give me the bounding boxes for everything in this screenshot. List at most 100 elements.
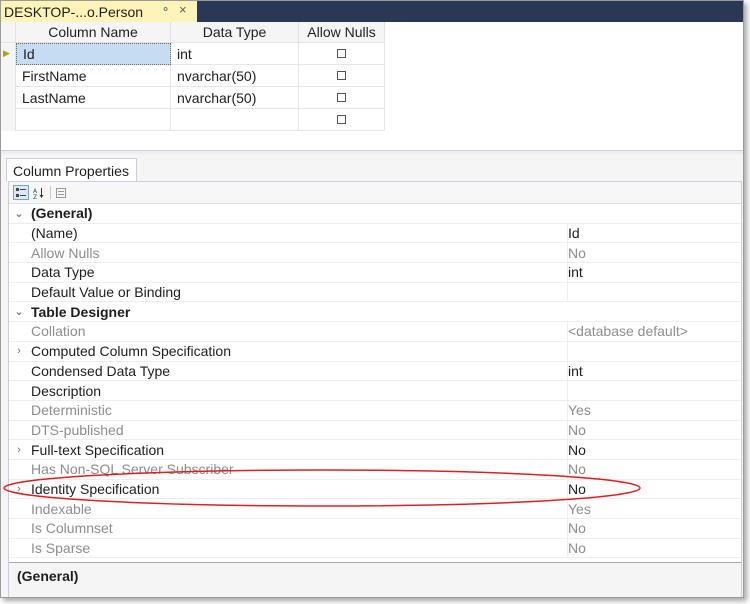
property-gutter	[9, 243, 29, 262]
property-row[interactable]: › Full-text Specification No	[9, 440, 741, 460]
close-icon[interactable]: ×	[179, 2, 187, 18]
property-list: ⌄ (General) (Name) Id Allow Nulls No Data Type…	[9, 204, 741, 559]
property-name: Identity Specification	[31, 480, 160, 497]
row-selector-header	[1, 22, 16, 43]
column-name-header[interactable]: Column Name	[16, 22, 171, 43]
property-pages-icon[interactable]	[53, 185, 69, 200]
pin-icon[interactable]: ⚬	[161, 3, 170, 16]
document-tab-strip: DESKTOP-...o.Person ⚬ ×	[1, 1, 743, 22]
expand-chevron-icon[interactable]: ›	[9, 440, 29, 459]
collapse-chevron-icon[interactable]: ⌄	[9, 302, 29, 321]
property-gutter	[9, 519, 29, 538]
property-row[interactable]: Has Non-SQL Server Subscriber No	[9, 459, 741, 480]
table-designer-window: DESKTOP-...o.Person ⚬ × Column Name Data…	[0, 0, 744, 598]
allow-nulls-cell[interactable]	[299, 87, 385, 109]
row-selector[interactable]	[1, 87, 16, 109]
allow-nulls-checkbox[interactable]	[337, 115, 346, 124]
property-value[interactable]	[567, 282, 568, 302]
property-name: Indexable	[31, 500, 92, 517]
property-value[interactable]: No	[567, 440, 586, 459]
property-row[interactable]: Description	[9, 381, 741, 401]
property-gutter	[9, 460, 29, 479]
property-row[interactable]: Allow Nulls No	[9, 243, 741, 264]
property-row[interactable]: Is Sparse No	[9, 538, 741, 559]
property-gutter	[9, 263, 29, 282]
property-row[interactable]: DTS-published No	[9, 420, 741, 441]
table-row[interactable]: ▶ Id int	[1, 43, 385, 65]
property-value[interactable]: No	[567, 479, 586, 499]
data-type-header[interactable]: Data Type	[171, 22, 299, 43]
property-name: Deterministic	[31, 402, 112, 419]
alphabetical-icon[interactable]: AZ	[31, 185, 47, 200]
data-type-cell[interactable]: nvarchar(50)	[171, 87, 299, 109]
property-category-row[interactable]: ⌄ Table Designer	[9, 302, 741, 323]
property-value[interactable]: No	[567, 243, 586, 263]
property-value[interactable]: No	[567, 420, 586, 440]
property-row[interactable]: Is Columnset No	[9, 519, 741, 539]
row-selector[interactable]: ▶	[1, 43, 16, 65]
row-selector[interactable]	[1, 65, 16, 87]
collapse-chevron-icon[interactable]: ⌄	[9, 204, 29, 223]
allow-nulls-checkbox[interactable]	[337, 49, 346, 58]
property-value[interactable]: No	[567, 459, 586, 479]
property-value[interactable]: <database default>	[567, 322, 688, 341]
property-row[interactable]: Data Type int	[9, 263, 741, 283]
property-row[interactable]: Collation <database default>	[9, 322, 741, 342]
description-title: (General)	[17, 568, 79, 584]
property-category-row[interactable]: ⌄ (General)	[9, 204, 741, 224]
allow-nulls-cell[interactable]	[299, 43, 385, 65]
table-row[interactable]: FirstName nvarchar(50)	[1, 65, 385, 87]
property-value[interactable]: int	[567, 361, 583, 381]
property-name: (General)	[31, 205, 93, 222]
property-row[interactable]: Default Value or Binding	[9, 282, 741, 303]
data-type-cell[interactable]: int	[171, 43, 299, 65]
property-name: Full-text Specification	[31, 441, 165, 458]
property-row[interactable]: Condensed Data Type int	[9, 361, 741, 382]
data-type-cell[interactable]	[171, 109, 299, 131]
allow-nulls-header[interactable]: Allow Nulls	[299, 22, 385, 43]
table-row[interactable]: LastName nvarchar(50)	[1, 87, 385, 109]
property-gutter	[9, 401, 29, 420]
current-row-arrow-icon: ▶	[3, 48, 10, 58]
property-row[interactable]: › Identity Specification No	[9, 479, 741, 500]
property-value[interactable]: No	[567, 538, 586, 558]
property-grid: AZ ⌄ (General) (Name) Id Allow Nulls No Data T…	[8, 181, 742, 597]
property-value[interactable]: Yes	[567, 499, 591, 518]
tab-column-properties[interactable]: Column Properties	[6, 158, 137, 182]
property-value[interactable]	[567, 381, 568, 400]
categorized-icon[interactable]	[13, 185, 29, 200]
allow-nulls-cell[interactable]	[299, 109, 385, 131]
allow-nulls-checkbox[interactable]	[337, 71, 346, 80]
column-name-cell[interactable]	[16, 109, 171, 131]
property-gutter	[9, 381, 29, 400]
allow-nulls-cell[interactable]	[299, 65, 385, 87]
data-type-cell[interactable]: nvarchar(50)	[171, 65, 299, 87]
property-value[interactable]: No	[567, 519, 586, 538]
property-name: Is Columnset	[31, 520, 113, 537]
property-value[interactable]: Yes	[567, 400, 591, 420]
property-row[interactable]: Deterministic Yes	[9, 400, 741, 421]
property-name: Is Sparse	[31, 540, 91, 557]
property-value[interactable]	[567, 341, 568, 361]
column-name-cell[interactable]: LastName	[16, 87, 171, 109]
allow-nulls-checkbox[interactable]	[337, 93, 346, 102]
property-value[interactable]: int	[567, 263, 583, 282]
expand-chevron-icon[interactable]: ›	[9, 480, 29, 499]
property-row[interactable]: Indexable Yes	[9, 499, 741, 519]
property-row[interactable]: › Computed Column Specification	[9, 341, 741, 362]
document-tab[interactable]: DESKTOP-...o.Person ⚬ ×	[1, 1, 197, 22]
property-gutter	[9, 322, 29, 341]
column-grid: Column Name Data Type Allow Nulls ▶ Id i…	[1, 22, 743, 150]
property-value[interactable]: Id	[567, 223, 580, 243]
svg-text:Z: Z	[33, 194, 37, 199]
column-properties-area: Column Properties AZ ⌄ (General) (Name) Id A…	[1, 154, 743, 597]
column-name-cell[interactable]: FirstName	[16, 65, 171, 87]
table-row[interactable]	[1, 109, 385, 131]
property-gutter	[9, 539, 29, 558]
property-gutter	[9, 283, 29, 302]
property-row[interactable]: (Name) Id	[9, 223, 741, 244]
expand-chevron-icon[interactable]: ›	[9, 342, 29, 361]
row-selector[interactable]	[1, 109, 16, 131]
column-name-cell[interactable]: Id	[16, 43, 171, 65]
property-name: Condensed Data Type	[31, 362, 171, 379]
